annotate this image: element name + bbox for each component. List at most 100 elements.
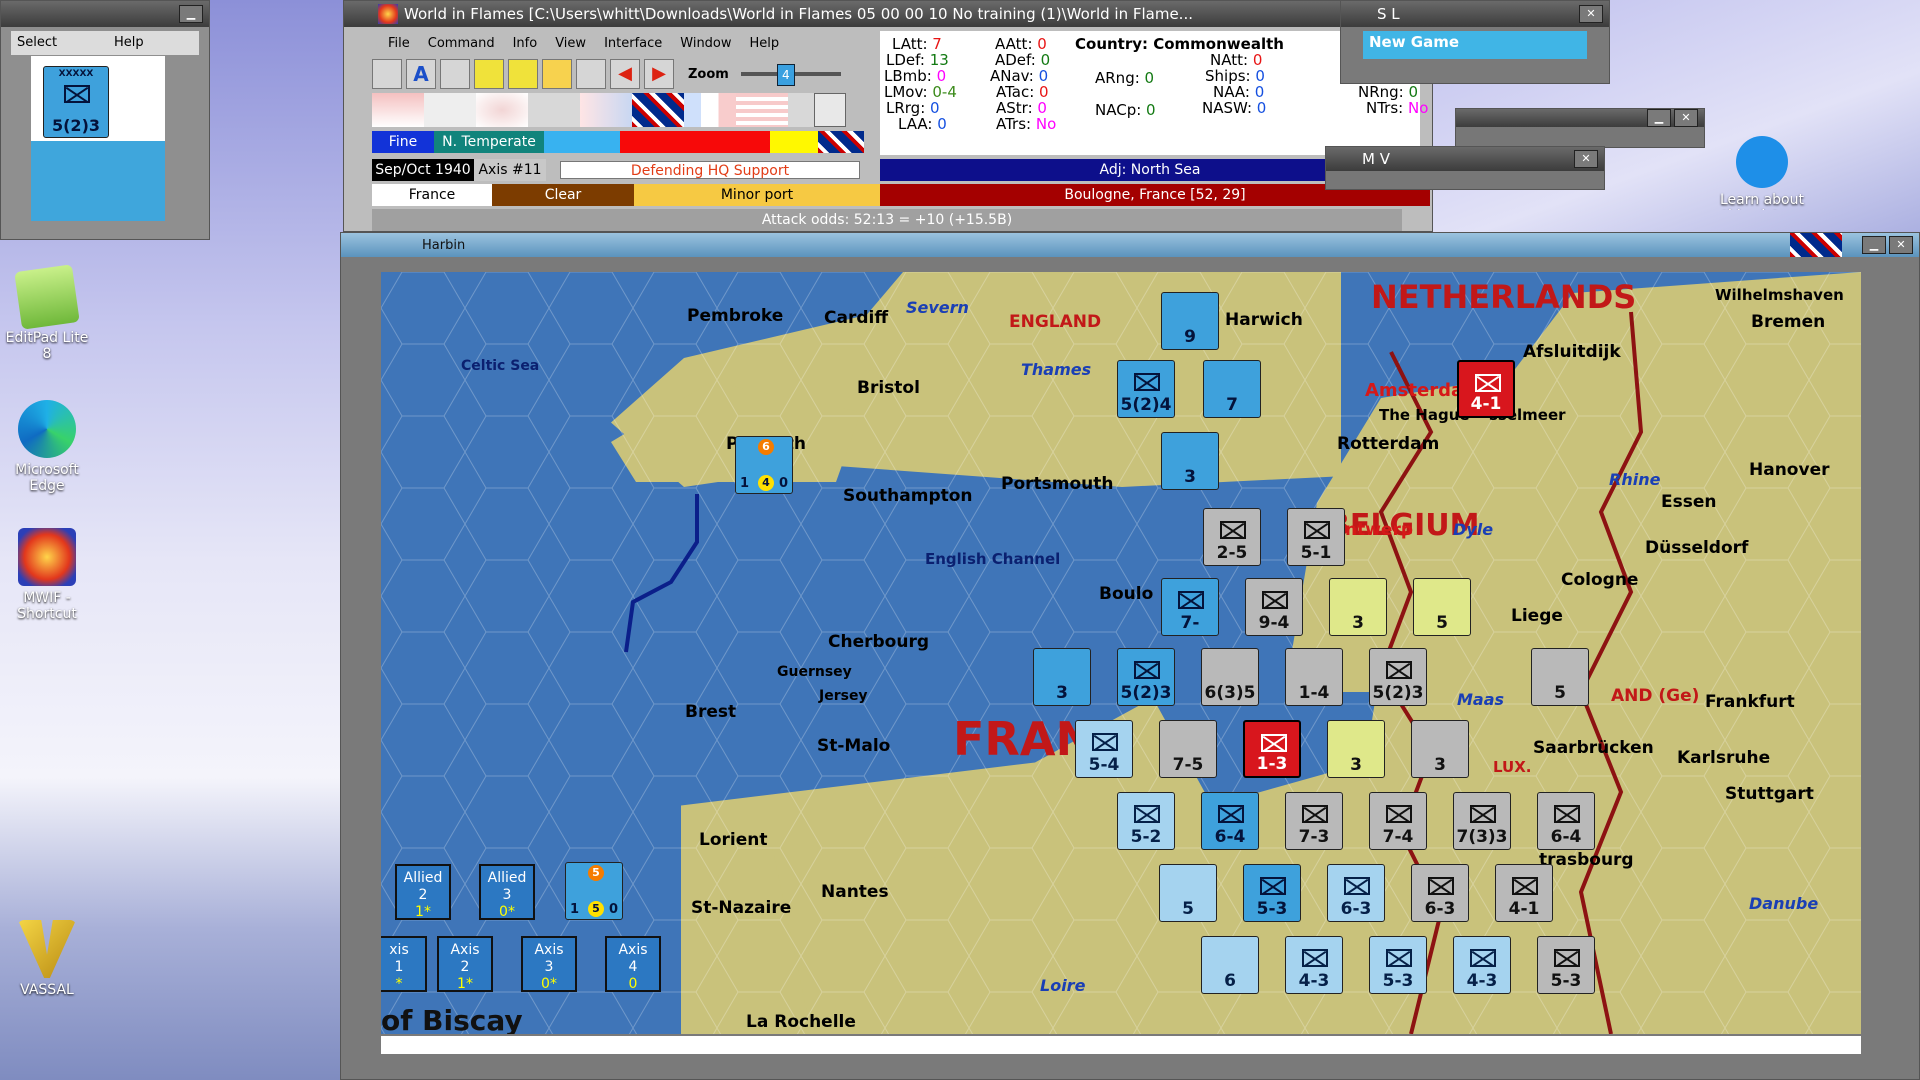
sl-window-titlebar[interactable]: S L ✕ xyxy=(1341,1,1609,27)
arrow-left-icon[interactable]: ◀ xyxy=(610,59,640,89)
flag-usa-icon[interactable] xyxy=(736,93,788,127)
air-counter[interactable]: 5 xyxy=(1413,578,1471,636)
menu-command[interactable]: Command xyxy=(428,36,495,51)
axis-box-2[interactable]: Axis 2 1* xyxy=(437,936,493,992)
tank-icon[interactable] xyxy=(372,59,402,89)
select-window-titlebar[interactable]: ▁ xyxy=(1,1,209,27)
menu-interface[interactable]: Interface xyxy=(604,36,662,51)
air-counter[interactable]: 9 xyxy=(1161,292,1219,350)
editpad-desktop-icon[interactable]: EditPad Lite 8 xyxy=(2,264,92,362)
unit-counter[interactable]: 5-3 xyxy=(1369,936,1427,994)
unit-counter[interactable]: 5-3 xyxy=(1243,864,1301,922)
flag-china-icon[interactable] xyxy=(580,93,632,127)
air-counter[interactable]: 5 xyxy=(1159,864,1217,922)
vassal-desktop-icon[interactable]: VASSAL xyxy=(2,920,92,998)
unit-counter[interactable]: 5(2)3 xyxy=(1369,648,1427,706)
unit-counter[interactable]: 6-4 xyxy=(1537,792,1595,850)
air-counter[interactable]: 3 xyxy=(1033,648,1091,706)
hq-icon[interactable] xyxy=(474,59,504,89)
allied-box-3[interactable]: Allied 3 0* xyxy=(479,864,535,920)
minimize-icon[interactable]: ▁ xyxy=(179,5,203,23)
arrow-right-icon[interactable]: ▶ xyxy=(644,59,674,89)
game-map[interactable]: NETHERLANDS ENGLAND FRANC BELGIUM Celtic… xyxy=(381,272,1861,1034)
close-icon[interactable]: ✕ xyxy=(1574,150,1598,168)
sun-icon[interactable] xyxy=(542,59,572,89)
unit-counter[interactable]: 7(3)3 xyxy=(1453,792,1511,850)
unit-counter[interactable]: 2-5 xyxy=(1203,508,1261,566)
menu-view[interactable]: View xyxy=(555,36,586,51)
close-icon[interactable]: ✕ xyxy=(1889,236,1913,254)
unit-counter[interactable]: 4-3 xyxy=(1285,936,1343,994)
axis-box-4[interactable]: Axis 4 0 xyxy=(605,936,661,992)
navy-counter-box[interactable]: 5 1 5 0 xyxy=(565,862,623,920)
navy-counter-plymouth[interactable]: 6 1 4 0 xyxy=(735,436,793,494)
font-a-icon[interactable]: A xyxy=(406,59,436,89)
gort-counter[interactable]: XXXXX 5(2)3 xyxy=(43,66,109,138)
new-game-item[interactable]: New Game xyxy=(1363,31,1587,59)
minimize-icon[interactable]: ▁ xyxy=(1647,109,1671,127)
unit-counter[interactable]: 6-3 xyxy=(1411,864,1469,922)
zoom-slider[interactable]: 4 xyxy=(740,64,841,86)
flag-ussr-icon[interactable] xyxy=(788,93,814,127)
unit-counter[interactable]: 6(3)5 xyxy=(1201,648,1259,706)
unit-counter[interactable]: 6-4 xyxy=(1201,792,1259,850)
unit-counter[interactable]: 5-3 xyxy=(1537,936,1595,994)
select-menu-help[interactable]: Help xyxy=(108,31,150,55)
zoom-thumb[interactable]: 4 xyxy=(776,64,795,86)
air-counter[interactable]: 7 xyxy=(1203,360,1261,418)
flag-germany-icon[interactable] xyxy=(372,93,424,127)
unit-counter[interactable]: 3 xyxy=(1327,720,1385,778)
air-counter[interactable]: 3 xyxy=(1329,578,1387,636)
blank-window-titlebar[interactable]: ▁ ✕ xyxy=(1456,109,1704,127)
label-loire: Loire xyxy=(1040,976,1086,995)
axis-box-3[interactable]: Axis 3 0* xyxy=(521,936,577,992)
unit-counter[interactable]: 1-4 xyxy=(1285,648,1343,706)
select-menu-select[interactable]: Select xyxy=(11,31,108,55)
air-counter[interactable]: 3 xyxy=(1161,432,1219,490)
unit-counter[interactable]: 5(2)3 xyxy=(1117,648,1175,706)
close-icon[interactable]: ✕ xyxy=(1674,109,1698,127)
menu-file[interactable]: File xyxy=(388,36,410,51)
minimize-icon[interactable]: ▁ xyxy=(1862,236,1886,254)
unit-counter[interactable]: 7-3 xyxy=(1285,792,1343,850)
unit-counter[interactable]: 7- xyxy=(1161,578,1219,636)
axis-box-1[interactable]: xis 1 * xyxy=(381,936,427,992)
close-icon[interactable]: ✕ xyxy=(1579,5,1603,23)
mv-window-titlebar[interactable]: M V ✕ xyxy=(1326,147,1604,171)
air-counter[interactable]: 3 xyxy=(1411,720,1469,778)
map-window-titlebar[interactable]: Harbin ▁ ✕ xyxy=(341,233,1919,257)
flag-swiss-icon[interactable] xyxy=(424,93,476,127)
flag-blank-icon[interactable] xyxy=(528,93,580,127)
flag-icon[interactable] xyxy=(576,59,606,89)
unit-counter[interactable]: 5-2 xyxy=(1117,792,1175,850)
unit-counter[interactable]: 7-4 xyxy=(1369,792,1427,850)
unit-counter[interactable]: 4-3 xyxy=(1453,936,1511,994)
flag-japan-icon[interactable] xyxy=(476,93,528,127)
supply-icon[interactable] xyxy=(508,59,538,89)
unit-counter[interactable]: 6-3 xyxy=(1327,864,1385,922)
unit-counter[interactable]: 4-1 xyxy=(1457,360,1515,418)
unit-counter[interactable]: 1-3 xyxy=(1243,720,1301,778)
menu-help[interactable]: Help xyxy=(750,36,780,51)
unit-counter[interactable]: 5(2)4 xyxy=(1117,360,1175,418)
unit-counter[interactable]: 5-4 xyxy=(1075,720,1133,778)
menu-window[interactable]: Window xyxy=(680,36,731,51)
air-counter[interactable]: 5 xyxy=(1531,648,1589,706)
flag-france-icon[interactable] xyxy=(684,93,736,127)
allied-box-2[interactable]: Allied 2 1* xyxy=(395,864,451,920)
flag-uk-icon[interactable] xyxy=(632,93,684,127)
unit-counter[interactable]: 4-1 xyxy=(1495,864,1553,922)
menu-info[interactable]: Info xyxy=(513,36,538,51)
unit-counter[interactable]: 7-5 xyxy=(1159,720,1217,778)
learn-picture-desktop-icon[interactable]: Learn about this picture xyxy=(1712,136,1812,210)
mwif-desktop-icon[interactable]: MWIF - Shortcut xyxy=(2,528,92,622)
main-window-title: World in Flames [C:\Users\whitt\Download… xyxy=(404,5,1193,23)
unit-counter[interactable]: 5-1 xyxy=(1287,508,1345,566)
target-icon[interactable] xyxy=(814,93,846,127)
main-window-titlebar[interactable]: World in Flames [C:\Users\whitt\Download… xyxy=(344,1,1432,27)
hex-icon[interactable] xyxy=(440,59,470,89)
air-counter[interactable]: 6 xyxy=(1201,936,1259,994)
edge-desktop-icon[interactable]: Microsoft Edge xyxy=(2,400,92,494)
unit-counter[interactable]: 9-4 xyxy=(1245,578,1303,636)
map-horizontal-scrollbar[interactable] xyxy=(381,1036,1861,1054)
